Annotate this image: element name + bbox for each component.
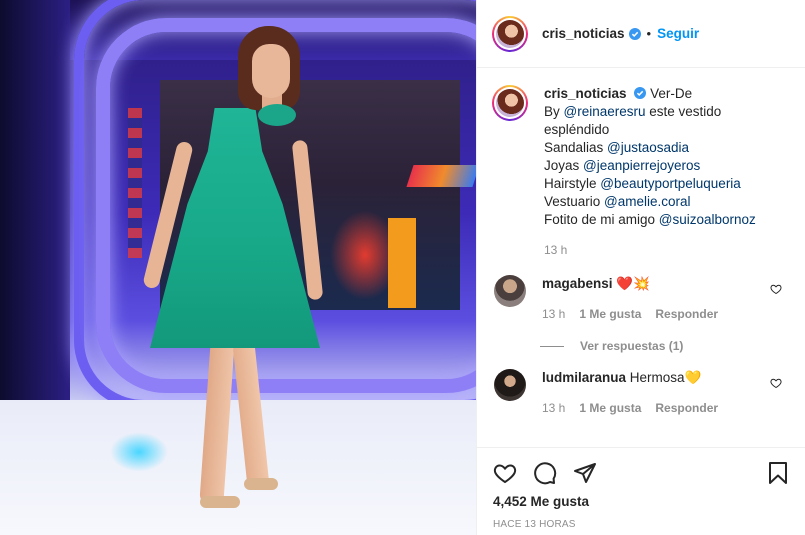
floor-light — [110, 432, 168, 472]
caption-title: Ver-De — [650, 86, 693, 101]
comment-item: ludmilaranua Hermosa💛 13 h 1 Me gusta Re… — [492, 369, 790, 417]
comment-like-heart-icon[interactable] — [770, 377, 782, 389]
likes-count[interactable]: 4,452 Me gusta — [493, 494, 790, 509]
view-replies-label: Ver respuestas (1) — [580, 339, 684, 353]
caption-line-prefix: Joyas — [544, 158, 584, 173]
comment-body: magabensi ❤️💥 13 h 1 Me gusta Responder — [542, 275, 718, 323]
caption-body: cris_noticias Ver-De By @reinaeresru est… — [544, 85, 790, 259]
avatar-inner — [494, 17, 526, 50]
comment-likes-button[interactable]: 1 Me gusta — [579, 305, 641, 323]
caption-line: Hairstyle @beautyportpeluqueria — [544, 175, 790, 193]
caption-line-prefix: Sandalias — [544, 140, 608, 155]
comments-list[interactable]: cris_noticias Ver-De By @reinaeresru est… — [477, 69, 805, 447]
replies-line — [540, 345, 564, 347]
author-username[interactable]: cris_noticias — [542, 26, 625, 41]
comment-like-heart-icon[interactable] — [770, 283, 782, 295]
studio-screen — [406, 165, 476, 187]
verified-badge-icon — [628, 27, 641, 40]
view-replies-button[interactable]: Ver respuestas (1) — [540, 339, 790, 353]
header-separator: • — [646, 26, 652, 41]
comment-item: magabensi ❤️💥 13 h 1 Me gusta Responder — [492, 275, 790, 323]
studio-floor — [0, 400, 476, 535]
follow-button[interactable]: Seguir — [657, 26, 699, 41]
heart-icon[interactable] — [493, 461, 517, 485]
mention-link[interactable]: @beautyportpeluqueria — [600, 176, 741, 191]
comment-username[interactable]: ludmilaranua — [542, 370, 626, 385]
share-icon[interactable] — [573, 461, 597, 485]
reply-button[interactable]: Responder — [655, 305, 718, 323]
author-avatar[interactable] — [492, 15, 528, 52]
instagram-post: cris_noticias • Seguir cris_noticias Ver… — [0, 0, 805, 535]
comment-text: Hermosa💛 — [629, 370, 702, 385]
mention-link[interactable]: @suizoalbornoz — [659, 212, 756, 227]
reply-button[interactable]: Responder — [655, 399, 718, 417]
caption-line: By @reinaeresru este vestido espléndido — [544, 103, 790, 139]
commenter-avatar[interactable] — [494, 275, 526, 307]
comment-body: ludmilaranua Hermosa💛 13 h 1 Me gusta Re… — [542, 369, 718, 417]
caption-time[interactable]: 13 h — [544, 241, 567, 259]
caption-line: Fotito de mi amigo @suizoalbornoz — [544, 211, 790, 229]
verified-badge-icon — [634, 87, 647, 99]
caption: cris_noticias Ver-De By @reinaeresru est… — [492, 85, 790, 259]
caption-line-prefix: Hairstyle — [544, 176, 601, 191]
post-timestamp[interactable]: HACE 13 HORAS — [493, 519, 790, 530]
action-icons — [493, 460, 790, 486]
comment-meta: 13 h 1 Me gusta Responder — [542, 399, 718, 417]
studio-stripes — [128, 108, 142, 258]
mention-link[interactable]: @amelie.coral — [604, 194, 690, 209]
mention-link[interactable]: @jeanpierrejoyeros — [583, 158, 700, 173]
caption-line-prefix: Fotito de mi amigo — [544, 212, 659, 227]
post-header: cris_noticias • Seguir — [477, 0, 805, 68]
comment-icon[interactable] — [533, 461, 557, 485]
avatar-image — [496, 19, 524, 48]
sandal-right — [244, 478, 278, 490]
woman-face — [252, 44, 290, 98]
studio-left-wall — [0, 0, 70, 410]
mention-link[interactable]: @justaosadia — [607, 140, 689, 155]
comment-time[interactable]: 13 h — [542, 305, 565, 323]
avatar-inner — [494, 87, 526, 119]
post-photo[interactable] — [0, 0, 476, 535]
comment-username[interactable]: magabensi — [542, 276, 613, 291]
post-actions: 4,452 Me gusta HACE 13 HORAS — [477, 447, 805, 535]
commenter-avatar[interactable] — [494, 369, 526, 401]
comment-meta: 13 h 1 Me gusta Responder — [542, 305, 718, 323]
caption-line-prefix: Vestuario — [544, 194, 605, 209]
comment-time[interactable]: 13 h — [542, 399, 565, 417]
caption-avatar[interactable] — [492, 85, 528, 121]
dress-bow — [258, 104, 296, 126]
sandal-left — [200, 496, 240, 508]
caption-line-prefix: By — [544, 104, 564, 119]
bookmark-icon[interactable] — [766, 461, 790, 485]
caption-username[interactable]: cris_noticias — [544, 86, 627, 101]
comment-text: ❤️💥 — [616, 276, 650, 291]
caption-line: Vestuario @amelie.coral — [544, 193, 790, 211]
post-side-panel: cris_noticias • Seguir cris_noticias Ver… — [476, 0, 805, 535]
comment-likes-button[interactable]: 1 Me gusta — [579, 399, 641, 417]
caption-line: Joyas @jeanpierrejoyeros — [544, 157, 790, 175]
avatar-image — [496, 89, 524, 117]
studio-door — [388, 218, 416, 308]
mention-link[interactable]: @reinaeresru — [564, 104, 646, 119]
caption-meta: 13 h — [544, 241, 790, 259]
caption-line: Sandalias @justaosadia — [544, 139, 790, 157]
